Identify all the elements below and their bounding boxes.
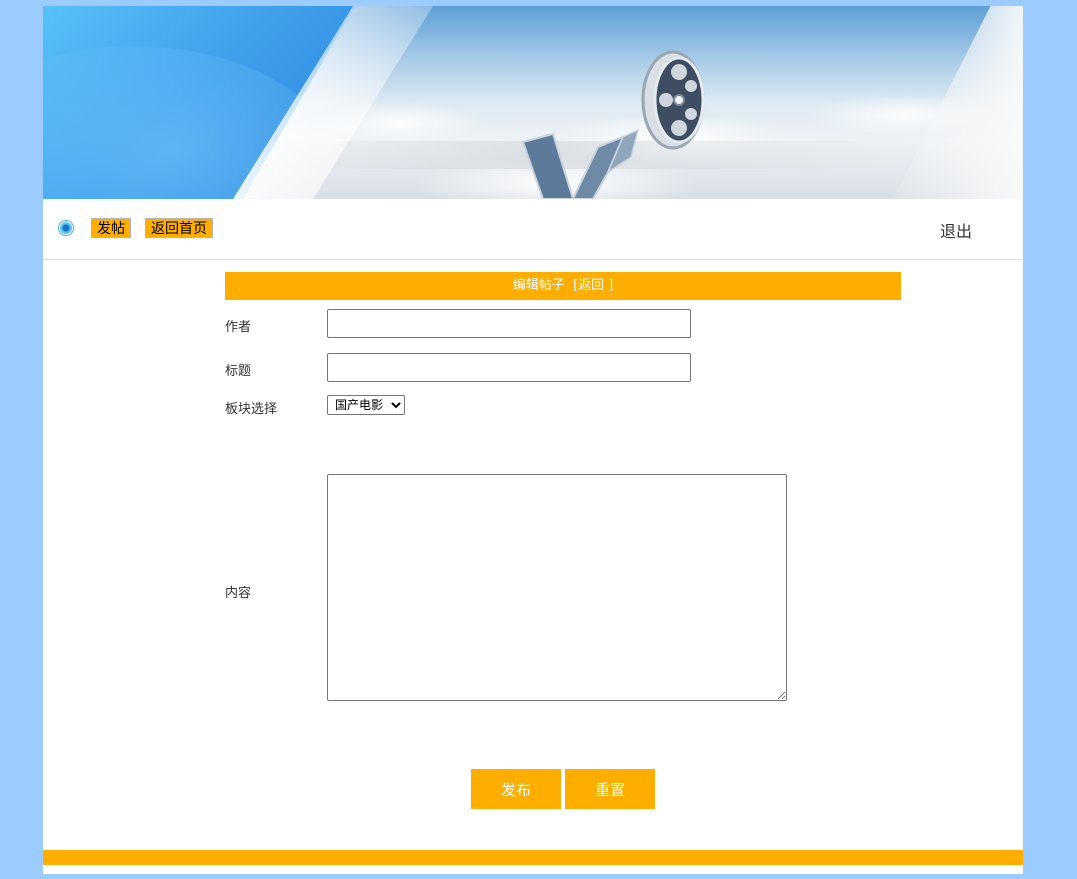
page-container: 发帖 返回首页 退出 编辑帖子 [返回 ] 作者 标题 板块选择 国产电影 内容… — [43, 6, 1023, 874]
publish-button[interactable]: 发布 — [471, 769, 561, 809]
header-banner — [43, 6, 1023, 199]
author-label: 作者 — [225, 320, 252, 335]
author-input[interactable] — [327, 309, 691, 338]
title-input[interactable] — [327, 353, 691, 382]
back-link[interactable]: [返回 ] — [573, 278, 613, 293]
home-button[interactable]: 返回首页 — [145, 218, 213, 238]
board-label: 板块选择 — [225, 402, 278, 417]
form-title: 编辑帖子 — [512, 278, 565, 293]
title-label: 标题 — [225, 364, 252, 379]
nav-dot-icon — [58, 220, 74, 236]
form-header: 编辑帖子 [返回 ] — [225, 272, 901, 300]
content-textarea[interactable] — [327, 474, 787, 701]
reset-button[interactable]: 重置 — [565, 769, 655, 809]
nav-bar: 发帖 返回首页 退出 — [43, 199, 1023, 260]
board-select[interactable]: 国产电影 — [327, 395, 405, 415]
logout-link[interactable]: 退出 — [940, 218, 972, 242]
film-reel-icon — [521, 50, 705, 199]
content-label: 内容 — [225, 586, 252, 601]
footer-bar — [43, 850, 1023, 865]
post-button[interactable]: 发帖 — [91, 218, 131, 238]
